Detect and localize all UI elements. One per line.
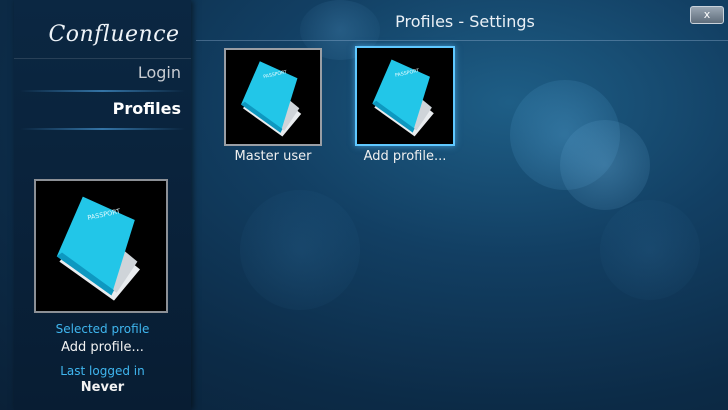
profile-tile-add-profile[interactable]: PASSPORT bbox=[355, 46, 455, 146]
page-title: Profiles - Settings bbox=[395, 12, 535, 31]
selected-profile-name: Add profile... bbox=[61, 340, 144, 355]
selected-profile-thumbnail: PASSPORT bbox=[34, 179, 168, 313]
background-bokeh bbox=[240, 190, 360, 310]
header-divider bbox=[196, 40, 728, 41]
last-logged-value: Never bbox=[80, 380, 125, 395]
profile-tile-master-user[interactable]: PASSPORT bbox=[224, 48, 322, 146]
sidebar-item-login[interactable]: Login bbox=[14, 56, 191, 90]
passport-icon: PASSPORT bbox=[56, 196, 140, 301]
close-button[interactable]: x bbox=[690, 6, 724, 24]
app-logo: Confluence bbox=[48, 22, 180, 47]
selected-profile-label: Selected profile bbox=[55, 322, 150, 336]
passport-icon: PASSPORT bbox=[241, 61, 302, 137]
last-logged-label: Last logged in bbox=[60, 364, 145, 378]
background-bokeh bbox=[560, 120, 650, 210]
profile-name-master-user[interactable]: Master user bbox=[208, 149, 338, 164]
background-bokeh bbox=[510, 80, 620, 190]
sidebar-item-profiles[interactable]: Profiles bbox=[14, 92, 191, 126]
profile-name-add-profile[interactable]: Add profile... bbox=[340, 149, 470, 164]
menu-separator bbox=[20, 128, 185, 130]
passport-icon: PASSPORT bbox=[372, 59, 434, 137]
background-bokeh bbox=[600, 200, 700, 300]
